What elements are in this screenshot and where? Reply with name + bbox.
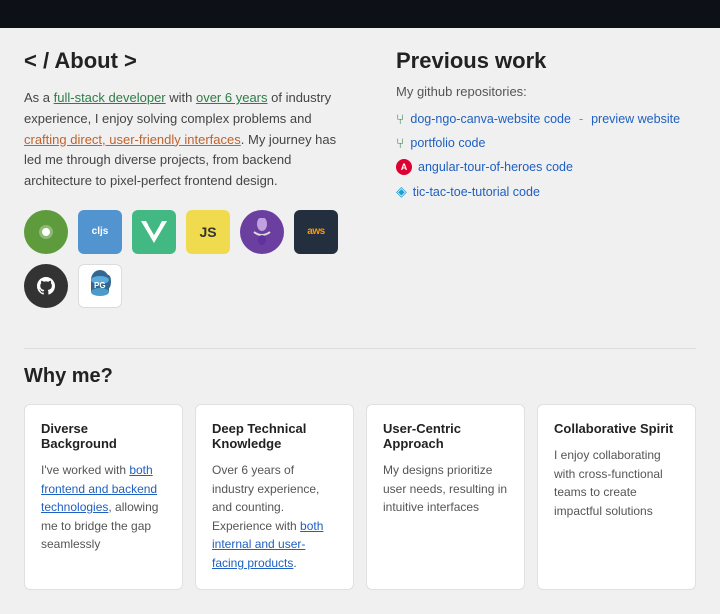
card-technical-knowledge: Deep Technical Knowledge Over 6 years of…	[195, 404, 354, 590]
repo-item-3: A angular-tour-of-heroes code	[396, 159, 696, 175]
repo-item-1: ⑂ dog-ngo-canva-website code - preview w…	[396, 111, 696, 127]
repo-link-1[interactable]: dog-ngo-canva-website code	[410, 112, 571, 126]
card-text-2: Over 6 years of industry experience, and…	[212, 461, 337, 573]
previous-work-title: Previous work	[396, 48, 696, 74]
svg-text:PG: PG	[94, 281, 106, 290]
repo-item-2: ⑂ portfolio code	[396, 135, 696, 151]
preview-link-1[interactable]: preview website	[591, 112, 680, 126]
javascript-icon: JS	[186, 210, 230, 254]
why-me-section: Why me? Diverse Background I've worked w…	[0, 349, 720, 614]
angular-icon: A	[396, 159, 412, 175]
card-title-3: User-Centric Approach	[383, 421, 508, 451]
card-text-3: My designs prioritize user needs, result…	[383, 461, 508, 517]
about-section: < / About > As a full-stack developer wi…	[24, 48, 356, 328]
clojure-icon	[24, 210, 68, 254]
card-user-centric: User-Centric Approach My designs priorit…	[366, 404, 525, 590]
aws-icon: aws	[294, 210, 338, 254]
highlight-1: both frontend and backend technologies	[41, 463, 157, 514]
cards-row: Diverse Background I've worked with both…	[24, 404, 696, 590]
fork-icon-1: ⑂	[396, 111, 404, 127]
about-description: As a full-stack developer with over 6 ye…	[24, 88, 356, 192]
repo-item-4: ◈ tic-tac-toe-tutorial code	[396, 183, 696, 200]
card-title-1: Diverse Background	[41, 421, 166, 451]
repo-link-3[interactable]: angular-tour-of-heroes code	[418, 160, 573, 174]
game-icon: ◈	[396, 183, 407, 200]
github-icon	[24, 264, 68, 308]
repo-link-2[interactable]: portfolio code	[410, 136, 485, 150]
card-title-4: Collaborative Spirit	[554, 421, 679, 436]
tech-icons-row: cljs JS aws	[24, 210, 356, 308]
about-title: < / About >	[24, 48, 356, 74]
top-bar	[0, 0, 720, 28]
previous-work-section: Previous work My github repositories: ⑂ …	[396, 48, 696, 328]
highlight-years: over 6 years	[196, 90, 268, 105]
postgresql-icon: PG	[78, 264, 122, 308]
previous-work-subtitle: My github repositories:	[396, 84, 696, 99]
repo-link-4[interactable]: tic-tac-toe-tutorial code	[413, 185, 540, 199]
fork-icon-2: ⑂	[396, 135, 404, 151]
repo-list: ⑂ dog-ngo-canva-website code - preview w…	[396, 111, 696, 200]
card-text-1: I've worked with both frontend and backe…	[41, 461, 166, 554]
why-me-title: Why me?	[24, 365, 696, 388]
vue-icon	[132, 210, 176, 254]
html-icon	[240, 210, 284, 254]
separator-1: -	[579, 112, 583, 126]
clojurescript-icon: cljs	[78, 210, 122, 254]
card-collaborative: Collaborative Spirit I enjoy collaborati…	[537, 404, 696, 590]
highlight-crafting: crafting direct, user-friendly interface…	[24, 132, 241, 147]
highlight-fullstack: full-stack developer	[54, 90, 166, 105]
highlight-2: both internal and user-facing products	[212, 519, 323, 570]
card-diverse-background: Diverse Background I've worked with both…	[24, 404, 183, 590]
card-title-2: Deep Technical Knowledge	[212, 421, 337, 451]
card-text-4: I enjoy collaborating with cross-functio…	[554, 446, 679, 520]
